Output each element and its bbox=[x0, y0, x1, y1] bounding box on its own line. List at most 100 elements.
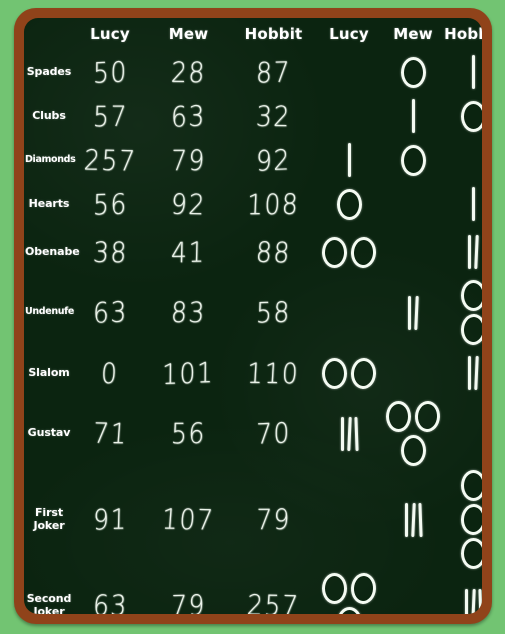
tally-circle-mark bbox=[400, 144, 426, 176]
tally-cell bbox=[444, 226, 482, 278]
scoreboard-table: Lucy Mew Hobbit Lucy Mew Hobbit Spades 50… bbox=[24, 18, 482, 614]
points-cell: 79 bbox=[146, 571, 231, 614]
tally-circle-mark bbox=[400, 435, 426, 466]
score-value: 92 bbox=[255, 143, 292, 177]
tally-cell bbox=[316, 571, 382, 614]
table-row: Undenufe 63 83 58 bbox=[24, 278, 482, 347]
points-cell: 41 bbox=[146, 226, 231, 278]
row-label-spades: Spades bbox=[24, 50, 74, 94]
header-tally-hobbit: Hobbit bbox=[444, 25, 482, 43]
tally-cell bbox=[316, 399, 382, 468]
score-value: 70 bbox=[255, 416, 292, 451]
score-value: 257 bbox=[82, 143, 138, 177]
points-cell: 28 bbox=[146, 50, 231, 94]
tally-cell bbox=[382, 278, 444, 347]
row-label-text: Gustav bbox=[27, 426, 71, 440]
score-value: 63 bbox=[91, 589, 129, 614]
row-label-text: Spades bbox=[26, 64, 72, 78]
tally-cell bbox=[316, 138, 382, 182]
score-value: 83 bbox=[170, 296, 207, 329]
points-cell: 0 bbox=[74, 347, 146, 399]
tally-cell bbox=[382, 347, 444, 399]
table-row: Slalom 0 101 110 bbox=[24, 347, 482, 399]
tally-stroke-mark bbox=[404, 502, 408, 537]
tally-cell bbox=[382, 399, 444, 468]
tally-stroke-mark bbox=[410, 502, 416, 537]
tally-group bbox=[316, 311, 382, 315]
tally-circle-mark bbox=[386, 401, 411, 432]
row-label-slalom: Slalom bbox=[24, 347, 74, 399]
points-cell: 56 bbox=[74, 182, 146, 226]
points-cell: 257 bbox=[231, 571, 316, 614]
row-label-clubs: Clubs bbox=[24, 94, 74, 138]
score-value: 41 bbox=[170, 235, 207, 269]
tally-cell bbox=[444, 94, 482, 138]
tally-circle-mark bbox=[460, 100, 482, 132]
points-cell: 79 bbox=[146, 138, 231, 182]
tally-cell bbox=[444, 347, 482, 399]
points-cell: 110 bbox=[231, 347, 316, 399]
tally-group bbox=[444, 432, 482, 436]
score-value: 58 bbox=[255, 295, 292, 330]
tally-stroke-mark bbox=[346, 416, 352, 451]
tally-group bbox=[316, 235, 382, 270]
tally-cell bbox=[444, 571, 482, 614]
tally-circle-mark bbox=[460, 538, 482, 569]
score-value: 38 bbox=[91, 235, 129, 269]
header-points-mew: Mew bbox=[168, 25, 209, 43]
tally-circle-mark bbox=[336, 607, 362, 614]
row-label-text: First Joker bbox=[33, 505, 65, 532]
points-cell: 91 bbox=[74, 468, 146, 571]
tally-circle-mark bbox=[460, 280, 482, 311]
tally-stroke-mark bbox=[340, 416, 344, 451]
row-label-text: Undenufe bbox=[25, 306, 75, 318]
table-row: Diamonds 257 79 92 bbox=[24, 138, 482, 182]
tally-group bbox=[444, 354, 482, 392]
tally-cell bbox=[382, 138, 444, 182]
tally-cell bbox=[316, 226, 382, 278]
tally-cell bbox=[444, 399, 482, 468]
table-header: Lucy Mew Hobbit Lucy Mew Hobbit bbox=[24, 18, 482, 50]
score-value: 107 bbox=[161, 502, 216, 537]
row-label-first-joker: First Joker bbox=[24, 468, 74, 571]
tally-stroke-mark bbox=[470, 588, 476, 614]
tally-group bbox=[444, 468, 482, 571]
tally-circle-mark bbox=[322, 573, 347, 604]
tally-stroke-mark bbox=[471, 187, 475, 221]
points-cell: 57 bbox=[74, 94, 146, 138]
tally-group bbox=[444, 278, 482, 347]
table-row: Hearts 56 92 108 bbox=[24, 182, 482, 226]
table-row: Second Joker 63 79 257 bbox=[24, 571, 482, 614]
tally-group bbox=[316, 141, 382, 179]
tally-cell bbox=[316, 347, 382, 399]
tally-group bbox=[316, 415, 382, 453]
tally-circle-mark bbox=[322, 357, 347, 389]
tally-stroke-mark bbox=[347, 143, 351, 177]
tally-stroke-mark bbox=[411, 99, 415, 133]
header-points-hobbit: Hobbit bbox=[244, 25, 303, 43]
tally-circle-mark bbox=[350, 356, 377, 390]
row-label-gustav: Gustav bbox=[24, 399, 74, 468]
tally-cell bbox=[444, 468, 482, 571]
tally-cell bbox=[382, 571, 444, 614]
score-value: 0 bbox=[100, 356, 120, 390]
score-value: 79 bbox=[255, 503, 292, 536]
score-value: 56 bbox=[170, 417, 207, 450]
tally-cell bbox=[382, 468, 444, 571]
tally-circle-mark bbox=[400, 56, 426, 88]
tally-stroke-mark bbox=[468, 356, 471, 390]
tally-cell bbox=[444, 278, 482, 347]
score-value: 63 bbox=[170, 99, 207, 133]
tally-group bbox=[382, 399, 444, 468]
points-cell: 79 bbox=[231, 468, 316, 571]
tally-cell bbox=[382, 226, 444, 278]
points-cell: 92 bbox=[146, 182, 231, 226]
chalkboard-surface: Lucy Mew Hobbit Lucy Mew Hobbit Spades 50… bbox=[24, 18, 482, 614]
score-value: 257 bbox=[246, 588, 301, 614]
header-corner-blank bbox=[24, 18, 74, 50]
points-cell: 56 bbox=[146, 399, 231, 468]
row-label-diamonds: Diamonds bbox=[24, 138, 76, 182]
score-value: 79 bbox=[170, 588, 207, 614]
table-row: Obenabe 38 41 88 bbox=[24, 226, 482, 278]
row-label-text: Diamonds bbox=[25, 153, 76, 165]
